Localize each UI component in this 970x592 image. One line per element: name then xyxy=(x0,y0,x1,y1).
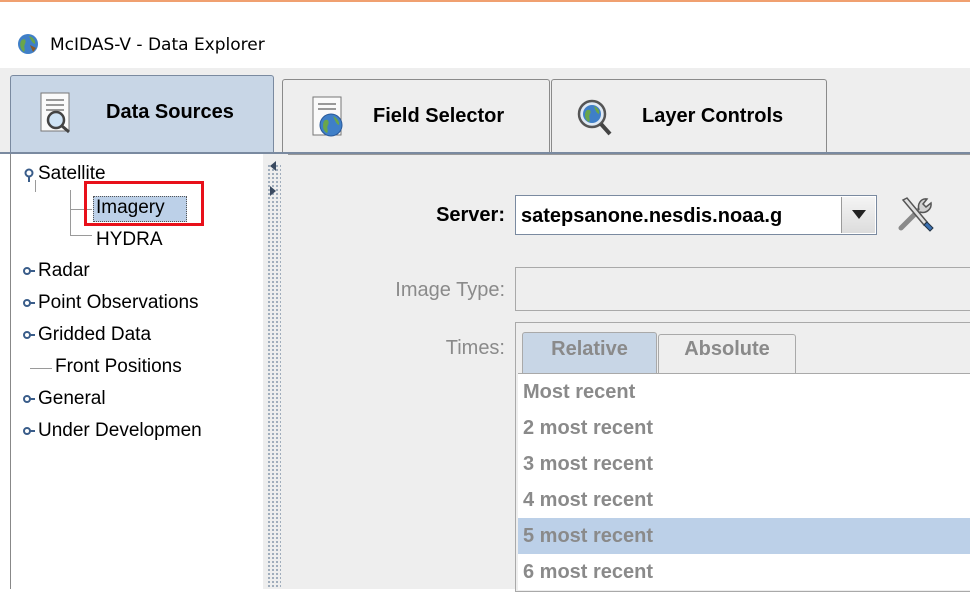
tree-item-under-development[interactable]: Under Developmen xyxy=(38,420,260,442)
tab-relative-times[interactable]: Relative xyxy=(522,332,657,374)
chooser-panel-border xyxy=(288,154,970,155)
list-item[interactable]: 3 most recent xyxy=(518,446,970,482)
tree-item-gridded-data[interactable]: Gridded Data xyxy=(38,324,151,346)
tab-layer-controls-label: Layer Controls xyxy=(642,105,784,127)
list-item[interactable]: Most recent xyxy=(518,374,970,410)
tab-relative-label: Relative xyxy=(551,338,628,360)
tab-data-sources-label: Data Sources xyxy=(106,101,234,123)
server-label: Server: xyxy=(436,204,505,226)
list-item[interactable]: 6 most recent xyxy=(518,554,970,590)
image-type-label: Image Type: xyxy=(395,279,505,301)
tab-absolute-label: Absolute xyxy=(684,338,770,360)
tree-item-hydra[interactable]: HYDRA xyxy=(96,229,163,251)
list-item-label: Most recent xyxy=(523,381,636,403)
window-title: McIDAS-V - Data Explorer xyxy=(50,35,265,55)
highlight-annotation-box xyxy=(84,181,204,226)
tree-item-point-observations[interactable]: Point Observations xyxy=(38,292,199,314)
tree-connector xyxy=(70,235,92,236)
server-dropdown-button[interactable] xyxy=(841,197,875,233)
image-type-field[interactable] xyxy=(515,267,970,311)
list-item-selected[interactable]: 5 most recent xyxy=(518,518,970,554)
server-value: satepsanone.nesdis.noaa.g xyxy=(521,205,783,227)
tree-collapsed-handle-icon[interactable] xyxy=(23,331,35,339)
tree-connector xyxy=(70,190,71,235)
list-item-label: 4 most recent xyxy=(523,489,654,511)
list-item-label: 3 most recent xyxy=(523,453,654,475)
magnifier-document-icon xyxy=(40,92,70,134)
pane-splitter[interactable] xyxy=(263,154,288,589)
tree-expanded-handle-icon[interactable] xyxy=(23,168,35,182)
collapse-left-arrow-icon[interactable] xyxy=(268,161,278,171)
relative-times-list: Most recent 2 most recent 3 most recent … xyxy=(518,373,970,590)
tree-item-general[interactable]: General xyxy=(38,388,106,410)
tree-collapsed-handle-icon[interactable] xyxy=(23,395,35,403)
list-item-label: 2 most recent xyxy=(523,417,654,439)
server-settings-tools-icon[interactable] xyxy=(893,192,935,234)
mcidas-app-icon xyxy=(18,34,38,54)
tab-layer-controls[interactable]: Layer Controls xyxy=(551,79,827,152)
expand-right-arrow-icon[interactable] xyxy=(268,186,278,196)
tab-data-sources[interactable]: Data Sources xyxy=(10,75,274,156)
splitter-grip xyxy=(267,164,281,589)
globe-document-icon xyxy=(312,96,343,137)
times-label: Times: xyxy=(445,337,505,359)
tree-collapsed-handle-icon[interactable] xyxy=(23,427,35,435)
chevron-down-icon xyxy=(852,210,866,219)
tab-field-selector-label: Field Selector xyxy=(373,105,505,127)
globe-magnifier-icon xyxy=(577,99,612,136)
list-item-label: 5 most recent xyxy=(523,525,654,547)
list-item[interactable]: 4 most recent xyxy=(518,482,970,518)
server-combobox[interactable]: satepsanone.nesdis.noaa.g xyxy=(515,195,877,235)
tree-collapsed-handle-icon[interactable] xyxy=(23,267,35,275)
tree-connector xyxy=(30,368,52,369)
tree-item-front-positions[interactable]: Front Positions xyxy=(55,356,182,378)
tab-field-selector[interactable]: Field Selector xyxy=(282,79,550,152)
tree-item-radar[interactable]: Radar xyxy=(38,260,90,282)
tree-collapsed-handle-icon[interactable] xyxy=(23,299,35,307)
title-bar: McIDAS-V - Data Explorer xyxy=(0,2,970,68)
list-item[interactable]: 2 most recent xyxy=(518,410,970,446)
tree-connector xyxy=(35,180,36,192)
list-item-label: 6 most recent xyxy=(523,561,654,583)
tab-absolute-times[interactable]: Absolute xyxy=(658,334,796,374)
